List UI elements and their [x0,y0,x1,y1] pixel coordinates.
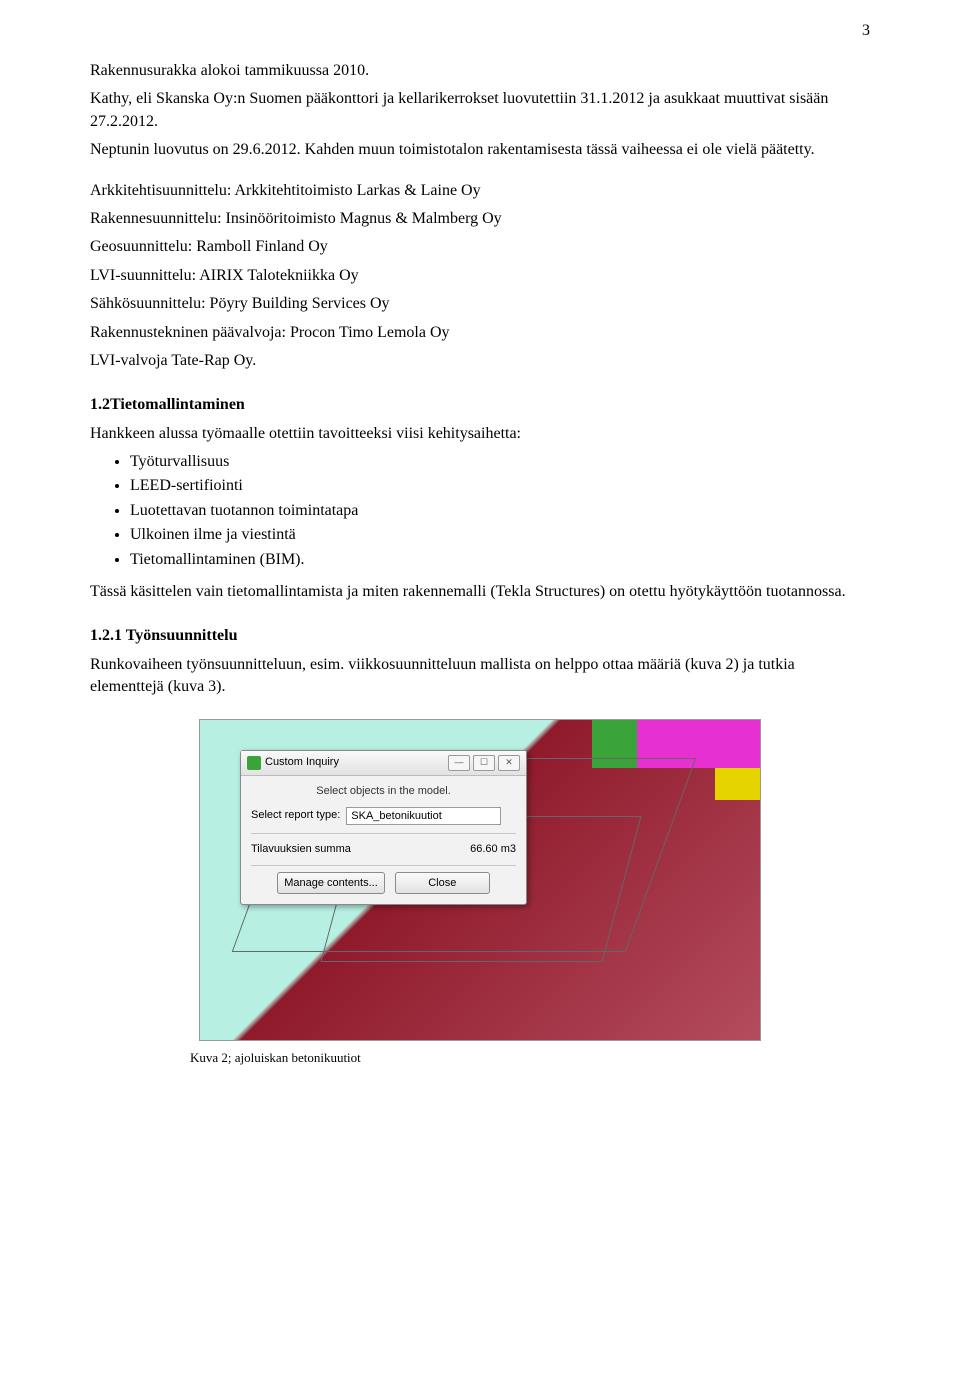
dialog-instruction: Select objects in the model. [251,784,516,799]
paragraph: Runkovaiheen työnsuunnitteluun, esim. vi… [90,654,870,699]
list-item: Tietomallintaminen (BIM). [130,549,870,571]
maximize-button[interactable]: ☐ [473,755,495,771]
dialog-titlebar[interactable]: Custom Inquiry — ☐ ✕ [241,751,526,776]
list-item: Ulkoinen ilme ja viestintä [130,524,870,546]
result-label: Tilavuuksien summa [251,842,351,857]
credit-line: LVI-valvoja Tate-Rap Oy. [90,350,870,372]
section-heading: 1.2Tietomallintaminen [90,394,870,416]
credit-line: LVI-suunnittelu: AIRIX Talotekniikka Oy [90,265,870,287]
report-type-select[interactable] [346,807,501,825]
paragraph: Tässä käsittelen vain tietomallintamista… [90,581,870,603]
credit-line: Geosuunnittelu: Ramboll Finland Oy [90,236,870,258]
minimize-button[interactable]: — [448,755,470,771]
divider [251,865,516,866]
dialog-title-text: Custom Inquiry [265,755,339,770]
report-type-label: Select report type: [251,808,340,823]
credit-line: Sähkösuunnittelu: Pöyry Building Service… [90,293,870,315]
divider [251,833,516,834]
result-value: 66.60 m3 [470,842,516,857]
figure-caption: Kuva 2; ajoluiskan betonikuutiot [90,1049,870,1067]
list-lead: Hankkeen alussa työmaalle otettiin tavoi… [90,423,870,445]
list-item: Työturvallisuus [130,451,870,473]
goal-list: Työturvallisuus LEED-sertifiointi Luotet… [90,451,870,571]
credit-line: Arkkitehtisuunnittelu: Arkkitehtitoimist… [90,180,870,202]
paragraph: Kathy, eli Skanska Oy:n Suomen pääkontto… [90,88,870,133]
figure-screenshot: Custom Inquiry — ☐ ✕ Select objects in t… [199,719,761,1041]
credit-line: Rakennustekninen päävalvoja: Procon Timo… [90,322,870,344]
custom-inquiry-dialog[interactable]: Custom Inquiry — ☐ ✕ Select objects in t… [240,750,527,906]
list-item: Luotettavan tuotannon toimintatapa [130,500,870,522]
paragraph: Neptunin luovutus on 29.6.2012. Kahden m… [90,139,870,161]
manage-contents-button[interactable]: Manage contents... [277,872,385,894]
close-button[interactable]: Close [395,872,490,894]
list-item: LEED-sertifiointi [130,475,870,497]
credit-line: Rakennesuunnittelu: Insinööritoimisto Ma… [90,208,870,230]
subsection-heading: 1.2.1 Työnsuunnittelu [90,625,870,647]
page-number: 3 [862,20,870,42]
paragraph: Rakennusurakka alokoi tammikuussa 2010. [90,60,870,82]
app-icon [247,756,261,770]
close-window-button[interactable]: ✕ [498,755,520,771]
model-surface [715,768,760,800]
